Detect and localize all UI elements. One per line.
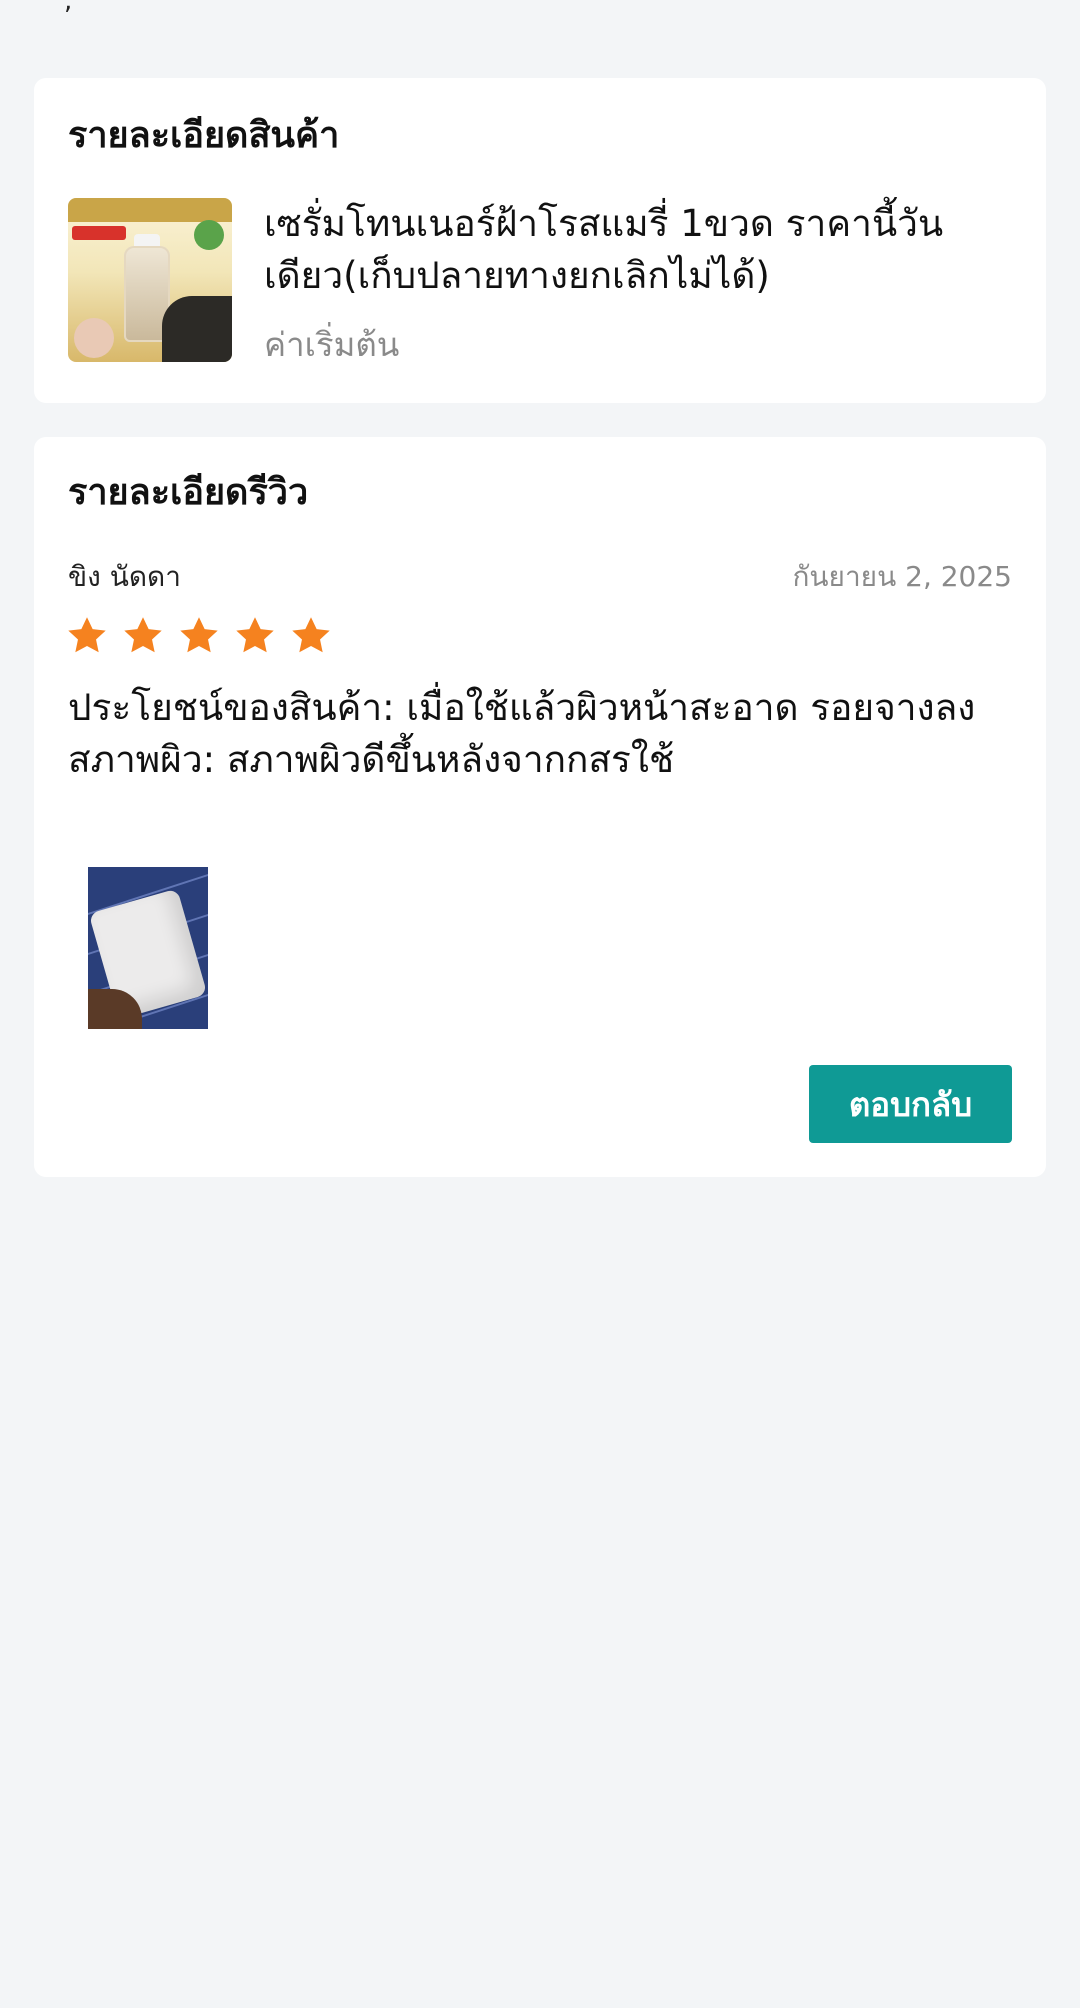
review-benefit-line: ประโยชน์ของสินค้า: เมื่อใช้แล้วผิวหน้าสะ… — [68, 686, 976, 729]
product-details-card: รายละเอียดสินค้า เซรั่มโทนเนอร์ฝ้าโรสแมร… — [34, 78, 1046, 403]
star-rating — [64, 613, 334, 659]
star-icon — [68, 617, 106, 653]
star-icon — [180, 617, 218, 653]
reviewer-name: ขิง นัดดา — [68, 560, 181, 593]
model-face — [74, 318, 114, 358]
top-partial-glyph: , — [64, 0, 73, 16]
review-date: กันยายน 2, 2025 — [792, 560, 1012, 593]
review-text: ประโยชน์ของสินค้า: เมื่อใช้แล้วผิวหน้าสะ… — [68, 682, 1018, 786]
star-icon — [292, 617, 330, 653]
reply-button[interactable]: ตอบกลับ — [809, 1065, 1012, 1143]
thumbnail-decoration — [162, 296, 232, 362]
product-variation: ค่าเริ่มต้น — [264, 325, 400, 364]
review-skin-line: สภาพผิว: สภาพผิวดีขึ้นหลังจากกสรใช้ — [68, 738, 675, 781]
product-thumbnail[interactable] — [68, 198, 232, 362]
product-name: เซรั่มโทนเนอร์ฝ้าโรสแมรี่ 1ขวด ราคานี้วั… — [264, 202, 944, 297]
star-icon — [124, 617, 162, 653]
review-photo[interactable] — [88, 867, 208, 1029]
thumbnail-banner — [68, 198, 232, 222]
star-icon — [236, 617, 274, 653]
product-section-title: รายละเอียดสินค้า — [68, 115, 340, 156]
organic-seal-icon — [194, 220, 224, 250]
review-details-card: รายละเอียดรีวิว ขิง นัดดา กันยายน 2, 202… — [34, 437, 1046, 1177]
review-section-title: รายละเอียดรีวิว — [68, 472, 309, 513]
hot-price-tag — [72, 226, 126, 240]
